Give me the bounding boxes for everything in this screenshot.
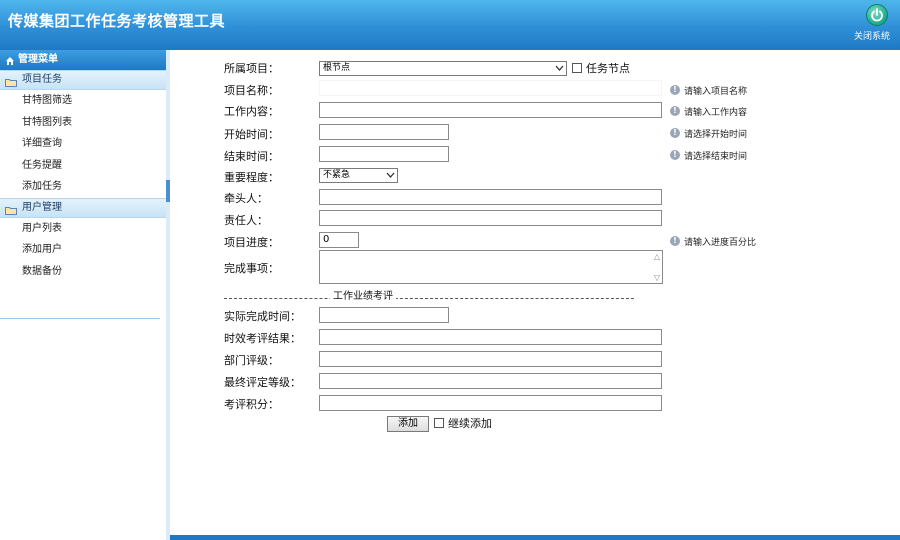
start-time-hint-text: 请选择开始时间: [684, 130, 748, 140]
info-icon: !: [670, 106, 680, 116]
sidebar-item-detail-query[interactable]: 详细查询: [0, 133, 167, 155]
owner-input[interactable]: [319, 210, 662, 226]
folder-icon: [5, 76, 17, 94]
sidebar-item-user-list[interactable]: 用户列表: [0, 218, 167, 240]
continue-add-label: 继续添加: [448, 417, 492, 430]
final-grade-label: 最终评定等级：: [224, 376, 301, 389]
continue-add-checkbox[interactable]: [434, 418, 444, 428]
work-content-hint: ! 请输入工作内容: [670, 105, 747, 118]
task-node-label: 任务节点: [586, 62, 630, 75]
bottom-border: [170, 535, 900, 540]
end-time-hint-text: 请选择结束时间: [684, 152, 748, 162]
sidebar-title: 管理菜单: [18, 54, 58, 65]
scroll-down-icon[interactable]: ▽: [654, 273, 660, 282]
folder-icon: [5, 204, 17, 222]
score-input[interactable]: [319, 395, 662, 411]
work-content-label: 工作内容：: [224, 105, 279, 118]
sidebar-item-add-task[interactable]: 添加任务: [0, 176, 167, 198]
project-label: 所属项目：: [224, 62, 279, 75]
app-header: 传媒集团工作任务考核管理工具 关闭系统: [0, 0, 900, 50]
section-divider: [224, 298, 634, 299]
work-content-hint-text: 请输入工作内容: [684, 108, 748, 118]
final-grade-input[interactable]: [319, 373, 662, 389]
sidebar-divider: [0, 318, 160, 319]
sidebar-collapse-handle[interactable]: [166, 180, 170, 202]
progress-hint: ! 请输入进度百分比: [670, 235, 756, 248]
scroll-up-icon[interactable]: △: [654, 252, 660, 261]
start-time-input[interactable]: [319, 124, 449, 140]
sidebar-item-gantt-filter[interactable]: 甘特图筛选: [0, 90, 167, 112]
dept-rating-input[interactable]: [319, 351, 662, 367]
sidebar-splitter[interactable]: [166, 50, 170, 540]
sidebar: 管理菜单 项目任务 甘特图筛选 甘特图列表 详细查询 任务提醒 添加任务 用户管…: [0, 50, 168, 540]
importance-label: 重要程度：: [224, 171, 279, 184]
timeliness-input[interactable]: [319, 329, 662, 345]
sidebar-item-gantt-list[interactable]: 甘特图列表: [0, 112, 167, 134]
importance-select[interactable]: 不紧急: [319, 168, 398, 183]
sidebar-item-task-reminder[interactable]: 任务提醒: [0, 155, 167, 177]
close-system-button[interactable]: 关闭系统: [852, 4, 900, 44]
info-icon: !: [670, 128, 680, 138]
chevron-down-icon: [555, 64, 564, 77]
timeliness-label: 时效考评结果：: [224, 332, 301, 345]
add-button[interactable]: 添加: [387, 416, 429, 432]
section-title: 工作业绩考评: [330, 287, 396, 302]
start-time-label: 开始时间：: [224, 128, 279, 141]
end-time-hint: ! 请选择结束时间: [670, 149, 747, 162]
done-items-textarea[interactable]: △ ▽: [319, 250, 663, 284]
sidebar-group-label: 用户管理: [22, 201, 62, 213]
work-content-input[interactable]: [319, 102, 662, 118]
dept-rating-label: 部门评级：: [224, 354, 279, 367]
app-title: 传媒集团工作任务考核管理工具: [8, 12, 226, 30]
leader-input[interactable]: [319, 189, 662, 205]
chevron-down-icon: [386, 171, 395, 184]
owner-label: 责任人：: [224, 214, 268, 227]
score-label: 考评积分：: [224, 398, 279, 411]
project-name-input[interactable]: [319, 80, 662, 96]
sidebar-menu-header: 管理菜单: [0, 50, 167, 70]
actual-finish-label: 实际完成时间：: [224, 310, 301, 323]
importance-select-value: 不紧急: [323, 170, 351, 180]
power-icon: [866, 4, 888, 26]
task-node-checkbox[interactable]: [572, 63, 582, 73]
project-name-label: 项目名称：: [224, 84, 279, 97]
progress-label: 项目进度：: [224, 236, 279, 249]
end-time-label: 结束时间：: [224, 150, 279, 163]
close-system-label: 关闭系统: [854, 32, 891, 42]
info-icon: !: [670, 85, 680, 95]
info-icon: !: [670, 150, 680, 160]
end-time-input[interactable]: [319, 146, 449, 162]
project-name-hint-text: 请输入项目名称: [684, 87, 748, 97]
progress-input[interactable]: 0: [319, 232, 359, 248]
info-icon: !: [670, 236, 680, 246]
project-select[interactable]: 根节点: [319, 61, 567, 76]
leader-label: 牵头人：: [224, 192, 268, 205]
done-items-label: 完成事项：: [224, 262, 279, 275]
start-time-hint: ! 请选择开始时间: [670, 127, 747, 140]
progress-hint-text: 请输入进度百分比: [684, 238, 757, 248]
sidebar-group-user-management[interactable]: 用户管理: [0, 197, 167, 218]
actual-finish-input[interactable]: [319, 307, 449, 323]
sidebar-item-data-backup[interactable]: 数据备份: [0, 261, 167, 283]
project-name-hint: ! 请输入项目名称: [670, 84, 747, 97]
sidebar-item-add-user[interactable]: 添加用户: [0, 239, 167, 261]
sidebar-group-project-tasks[interactable]: 项目任务: [0, 70, 167, 90]
sidebar-group-label: 项目任务: [22, 74, 62, 85]
project-select-value: 根节点: [323, 63, 351, 73]
